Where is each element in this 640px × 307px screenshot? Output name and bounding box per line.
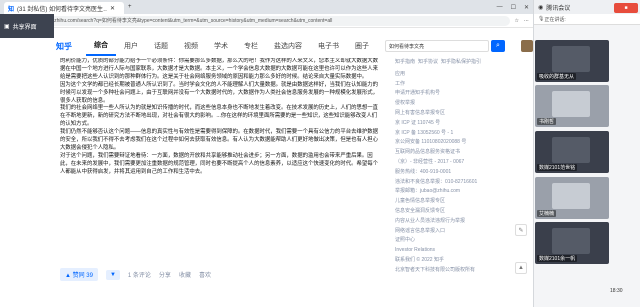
browser-tab[interactable]: 知 (31 封私信) 如何看待李文亮医生… ✕ [4, 2, 124, 14]
footer-line[interactable]: 应用 [395, 70, 530, 80]
tab-ebooks[interactable]: 电子书 [310, 36, 347, 56]
address-bar: ← ↻ https://www.zhihu.com/search?q=如何看待李… [0, 14, 533, 28]
paragraph: 对于这个问题，我们需要辩证地看待：一方面，数据的开放和共享能够推动社会进步；另一… [60, 152, 379, 175]
footer-line: 互联网药品信息服务资格证书 [395, 149, 461, 156]
answer-actions: ▲ 赞同 39 ▼ 1 条评论 分享 收藏 喜欢 [60, 268, 211, 281]
tab-title: (31 封私信) 如何看待李文亮医生… [17, 6, 108, 13]
feedback-icon[interactable]: ✎ [515, 224, 527, 236]
menu-icon[interactable]: ⋯ [524, 18, 529, 24]
footer-line[interactable]: 证照中心 [395, 236, 530, 246]
maximize-icon[interactable]: ☐ [511, 4, 516, 11]
footer-link[interactable]: 知乎指南 [395, 58, 415, 68]
footer-link[interactable]: 知乎协议 [418, 58, 438, 68]
tab-all[interactable]: 综合 [86, 36, 116, 56]
video-thumbnail [552, 137, 590, 163]
tab-videos[interactable]: 视频 [176, 36, 206, 56]
participant-name: 吸收的群基无从 [537, 73, 577, 80]
footer-line: 举报邮箱：jubao@zhihu.com [395, 188, 461, 195]
paragraph: 我们的社会网络里一些人所认为的就是知识传播的时代，而这些信息本身也不断地发生着改… [60, 105, 379, 128]
close-tab-icon[interactable]: ✕ [110, 5, 115, 12]
footer-line: 京公网安备 11010802020088 号 [395, 139, 467, 146]
participant-name: 艾楠楠 [537, 210, 557, 217]
share-screen-icon: ▣ [4, 23, 10, 30]
zhihu-favicon-icon: 知 [8, 6, 15, 13]
tab-circles[interactable]: 圈子 [347, 36, 377, 56]
paragraph: 我们仍然不能够否认这个问题——信息的真实性与有效性是需要得到保障的。在数据时代，… [60, 129, 379, 151]
paragraph: 的利价能力，优质的部分能力给予一个必须条件：你需要那么多数据，那么大的吧！我作为… [60, 58, 379, 80]
back-to-top-icon[interactable]: ▲ [515, 262, 527, 274]
participant-video[interactable]: 数媒2101范世铭 [535, 131, 609, 173]
meeting-title: 腾讯会议 [546, 5, 571, 12]
new-tab-icon[interactable]: + [128, 4, 132, 10]
participant-video[interactable]: 书刚哲 [535, 85, 609, 127]
footer-line[interactable]: 侵权举报 [395, 99, 530, 109]
footer-line: 联系我们 © 2022 知乎 [395, 256, 444, 263]
participant-name: 数媒2101范世铭 [537, 164, 578, 171]
zhihu-nav: 知乎 综合 用户 话题 视频 学术 专栏 盐选内容 电子书 圈子 如何看待李文亮… [56, 36, 533, 56]
participant-name: 书刚哲 [537, 118, 557, 125]
share-button[interactable]: 分享 [159, 270, 171, 279]
stop-share-button[interactable]: ■ [614, 3, 638, 13]
video-thumbnail [552, 183, 590, 209]
browser-titlebar: 知 (31 封私信) 如何看待李文亮医生… ✕ + — ☐ ✕ [0, 0, 533, 14]
video-thumbnail [552, 228, 590, 254]
search-button[interactable]: ⌕ [491, 40, 505, 52]
footer-line[interactable]: 信息安全漏洞反馈专区 [395, 207, 530, 217]
footer-line[interactable]: 申请开通知乎机构号 [395, 89, 530, 99]
footer-line[interactable]: 网上有害信息举报专区 [395, 109, 530, 119]
comment-button[interactable]: 1 条评论 [128, 270, 151, 279]
footer-line[interactable]: 内容从业人员违法违规行为举报 [395, 217, 530, 227]
screen-share-indicator[interactable]: ▣ 共享界面 [0, 14, 54, 38]
search-icon: ⌕ [496, 42, 500, 49]
url-field[interactable]: https://www.zhihu.com/search?q=如何看待李文亮&t… [23, 15, 510, 26]
footer-line: 京 ICP 证 110745 号 [395, 119, 441, 126]
answer-content: 的利价能力，优质的部分能力给予一个必须条件：你需要那么多数据，那么大的吧！我作为… [60, 58, 382, 262]
close-window-icon[interactable]: ✕ [524, 4, 529, 11]
minimize-icon[interactable]: — [497, 4, 503, 11]
share-label: 共享界面 [12, 24, 37, 31]
participant-video[interactable]: 吸收的群基无从 [535, 40, 609, 82]
zhihu-logo[interactable]: 知乎 [56, 41, 86, 52]
avatar[interactable] [521, 40, 533, 52]
footer-line: （京）- 非经营性 - 2017 - 0067 [395, 158, 465, 165]
video-thumbnail [552, 91, 590, 117]
footer-links: 知乎指南 知乎协议 知乎隐私保护指引 应用 工作 申请开通知乎机构号 侵权举报 … [395, 58, 530, 276]
participant-video[interactable]: 数媒2101余一帆 [535, 222, 609, 264]
search-input[interactable]: 如何看待李文亮 [385, 40, 489, 52]
footer-line: 京 ICP 备 13052560 号 - 1 [395, 129, 454, 136]
footer-link[interactable]: 知乎隐私保护指引 [441, 58, 481, 68]
tab-columns[interactable]: 专栏 [236, 36, 266, 56]
speaking-status: 🎙 正在讲话: [534, 14, 640, 25]
upvote-button[interactable]: ▲ 赞同 39 [60, 268, 98, 281]
footer-line: 服务热线：400-919-0001 [395, 168, 452, 175]
video-thumbnail [552, 46, 590, 72]
tab-users[interactable]: 用户 [116, 36, 146, 56]
footer-line[interactable]: 工作 [395, 80, 530, 90]
meeting-icon: ◉ [538, 4, 544, 11]
footer-line[interactable]: 网络谣言信息举报入口 [395, 227, 530, 237]
tab-topics[interactable]: 话题 [146, 36, 176, 56]
paragraph: 因为这个文学的都已经长期被普通人所认识到了。当时学会文化的人不能理解人们大量数据… [60, 81, 379, 104]
participant-name: 数媒2101余一帆 [537, 255, 578, 262]
speaking-label: 正在讲话: [544, 16, 566, 23]
downvote-button[interactable]: ▼ [105, 269, 120, 280]
footer-line[interactable]: 儿童色情信息举报专区 [395, 197, 530, 207]
footer-line: 北京智者天下科技有限公司版权所有 [395, 266, 476, 273]
like-button[interactable]: 喜欢 [199, 270, 211, 279]
collect-button[interactable]: 收藏 [179, 270, 191, 279]
clock: 18:30 [610, 288, 623, 294]
favorites-icon[interactable]: ☆ [515, 18, 519, 24]
tab-salt[interactable]: 盐选内容 [266, 36, 310, 56]
footer-line: 违法和不良信息举报：010-82716601 [395, 178, 478, 185]
browser-window: 知 (31 封私信) 如何看待李文亮医生… ✕ + — ☐ ✕ ← ↻ http… [0, 0, 533, 307]
tab-academic[interactable]: 学术 [206, 36, 236, 56]
participant-video[interactable]: 艾楠楠 [535, 177, 609, 219]
footer-line[interactable]: Investor Relations [395, 246, 530, 256]
